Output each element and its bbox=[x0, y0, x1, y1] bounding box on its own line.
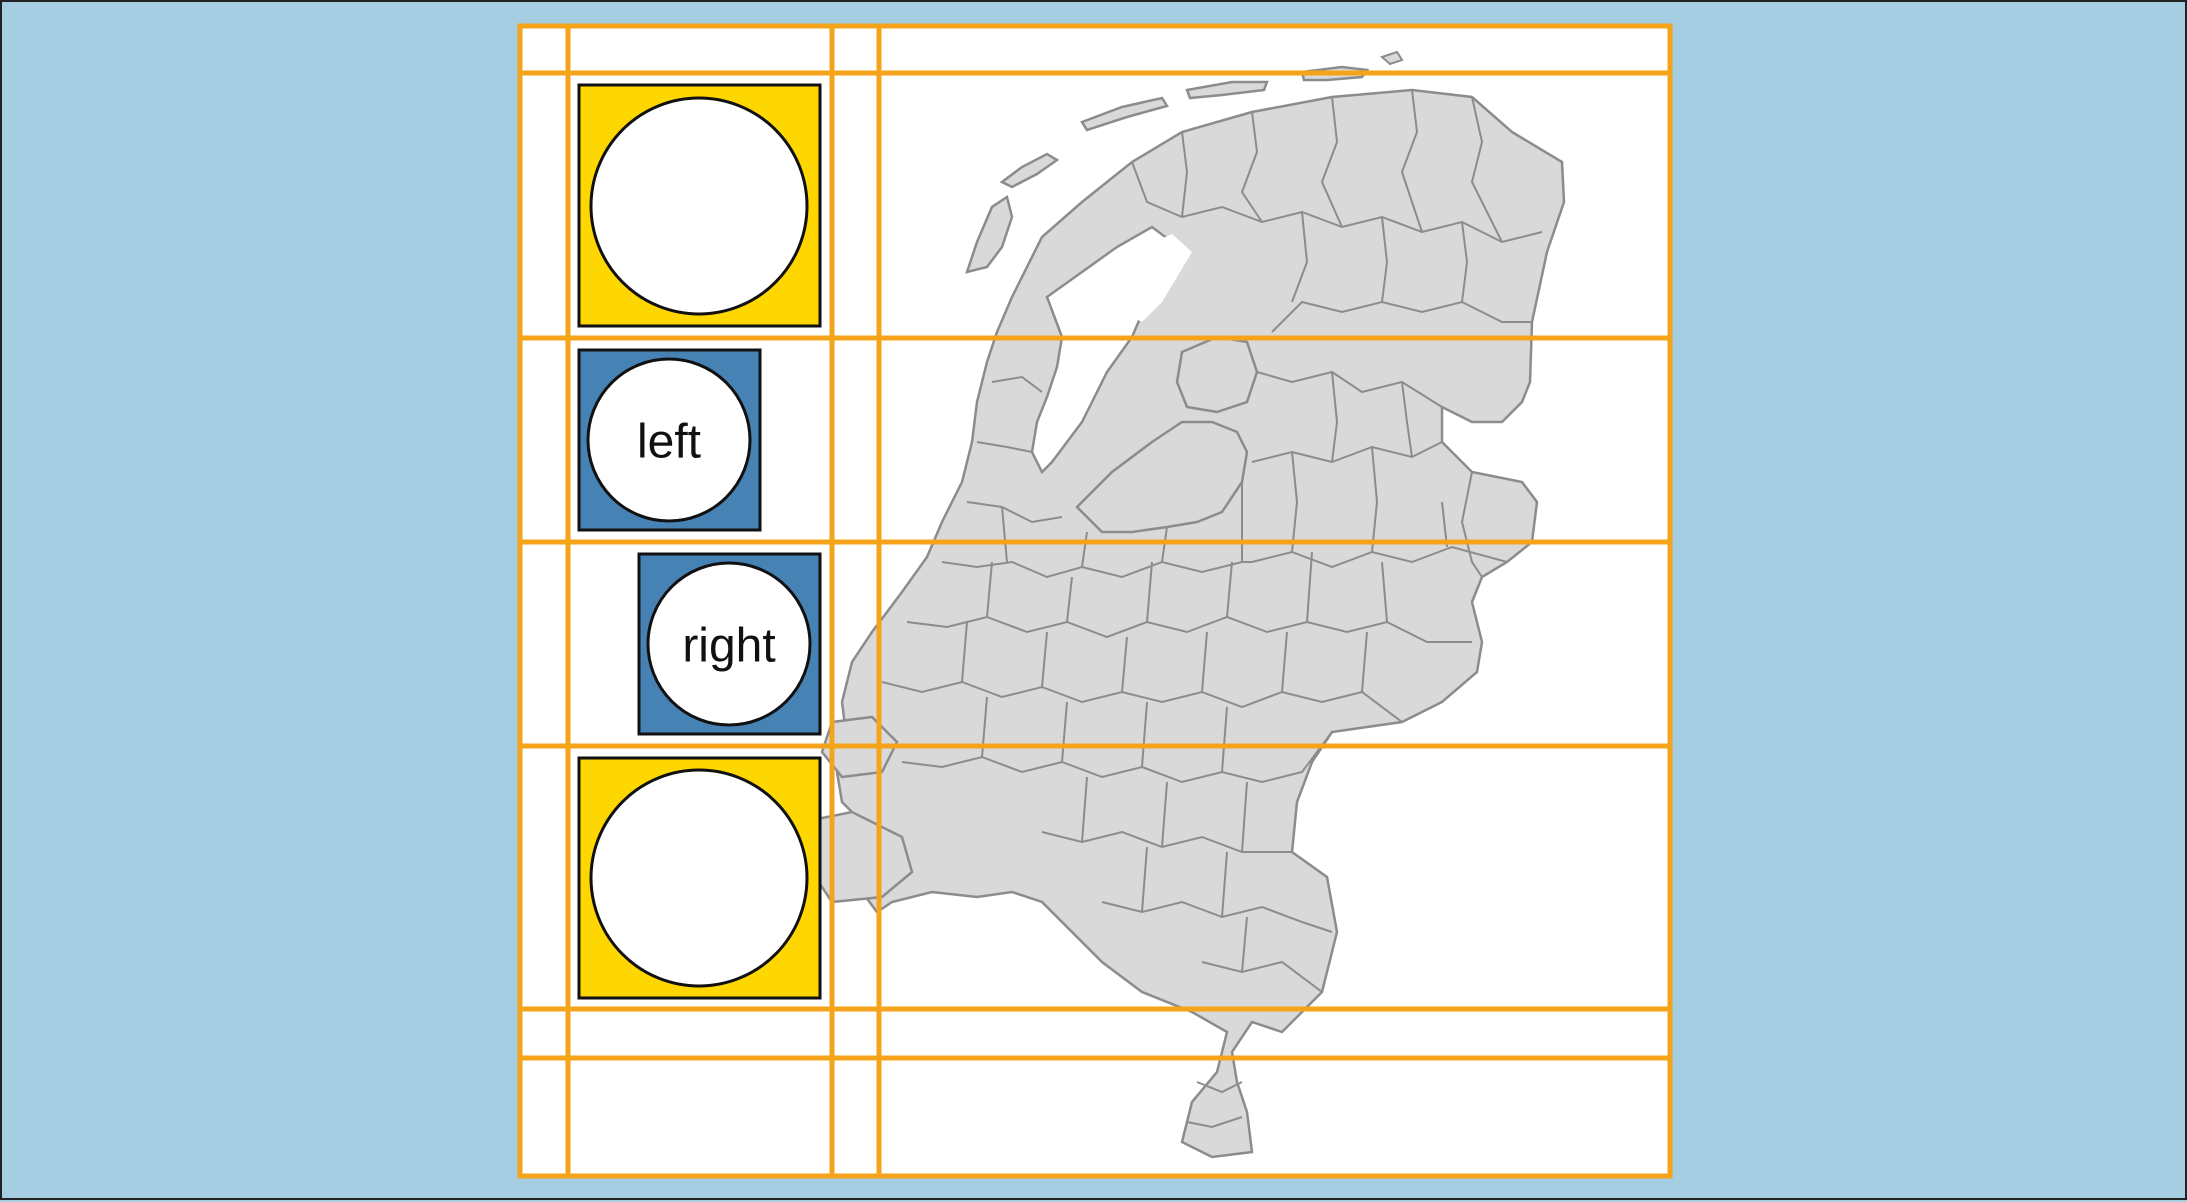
legend-circle-large bbox=[589, 96, 809, 316]
legend-cell-right: right bbox=[637, 552, 822, 736]
figure-canvas: left right bbox=[0, 0, 2187, 1200]
legend-cell-top bbox=[577, 83, 822, 328]
legend-cell-bottom bbox=[577, 756, 822, 1000]
legend-label-left: left bbox=[637, 416, 701, 469]
legend-circle-large bbox=[589, 768, 809, 988]
map-figure: left right bbox=[517, 23, 1673, 1179]
noordoostpolder bbox=[1175, 335, 1259, 414]
legend-label-right: right bbox=[682, 620, 775, 673]
legend-cell-left: left bbox=[577, 348, 762, 532]
